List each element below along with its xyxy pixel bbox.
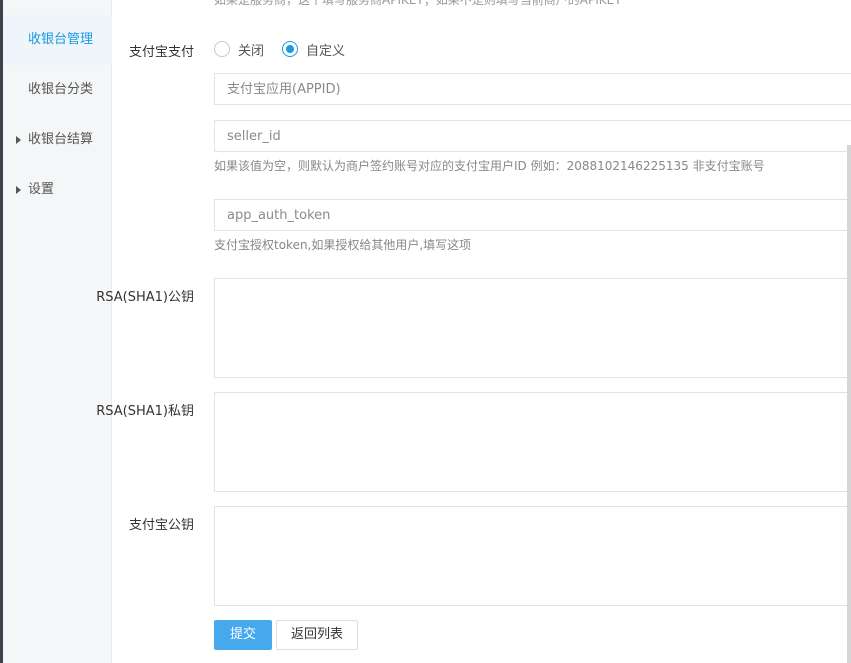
radio-custom-label: 自定义	[306, 43, 346, 59]
alipay-pay-label: 支付宝支付	[128, 45, 194, 60]
sidebar-item-label: 收银台管理	[28, 32, 94, 47]
alipay-public-key-textarea[interactable]	[214, 506, 851, 606]
alipay-pay-radio-group: 关闭 自定义	[214, 40, 363, 59]
page-scrollbar[interactable]	[847, 145, 851, 663]
sidebar-item-label: 收银台分类	[28, 82, 94, 97]
main-form: 如果是服务商，这个填写服务商APIKEY；如果不是则填写当前商户的APIKEY …	[96, 0, 851, 663]
sidebar: 收银台管理 收银台分类 收银台结算 设置	[0, 0, 112, 663]
rsa-public-key-label: RSA(SHA1)公钥	[96, 290, 194, 305]
apikey-help-text: 如果是服务商，这个填写服务商APIKEY；如果不是则填写当前商户的APIKEY	[214, 0, 622, 7]
caret-right-icon	[16, 186, 21, 194]
sidebar-item-label: 设置	[28, 182, 55, 197]
appid-input[interactable]	[214, 73, 851, 105]
sidebar-item-settings[interactable]: 设置	[3, 165, 112, 215]
rsa-private-key-label: RSA(SHA1)私钥	[96, 404, 194, 419]
back-to-list-button[interactable]: 返回列表	[276, 620, 358, 650]
seller-id-help: 如果该值为空，则默认为商户签约账号对应的支付宝用户ID 例如：208810214…	[214, 159, 765, 173]
rsa-private-key-textarea[interactable]	[214, 392, 851, 492]
app-auth-token-input[interactable]	[214, 199, 851, 231]
app-auth-token-help: 支付宝授权token,如果授权给其他用户,填写这项	[214, 238, 472, 252]
sidebar-item-cashier-settlement[interactable]: 收银台结算	[3, 115, 112, 165]
radio-close[interactable]: 关闭	[214, 40, 264, 59]
radio-circle-checked-icon[interactable]	[282, 41, 299, 57]
sidebar-item-cashier-management[interactable]: 收银台管理	[3, 15, 112, 65]
alipay-public-key-label: 支付宝公钥	[128, 518, 194, 533]
radio-close-label: 关闭	[238, 43, 265, 59]
radio-circle-icon[interactable]	[214, 41, 230, 57]
sidebar-item-cashier-category[interactable]: 收银台分类	[3, 65, 112, 115]
rsa-public-key-textarea[interactable]	[214, 278, 851, 378]
submit-button[interactable]: 提交	[214, 620, 272, 650]
seller-id-input[interactable]	[214, 120, 851, 152]
radio-custom[interactable]: 自定义	[282, 40, 345, 59]
caret-right-icon	[16, 136, 21, 144]
sidebar-item-label: 收银台结算	[28, 132, 94, 147]
